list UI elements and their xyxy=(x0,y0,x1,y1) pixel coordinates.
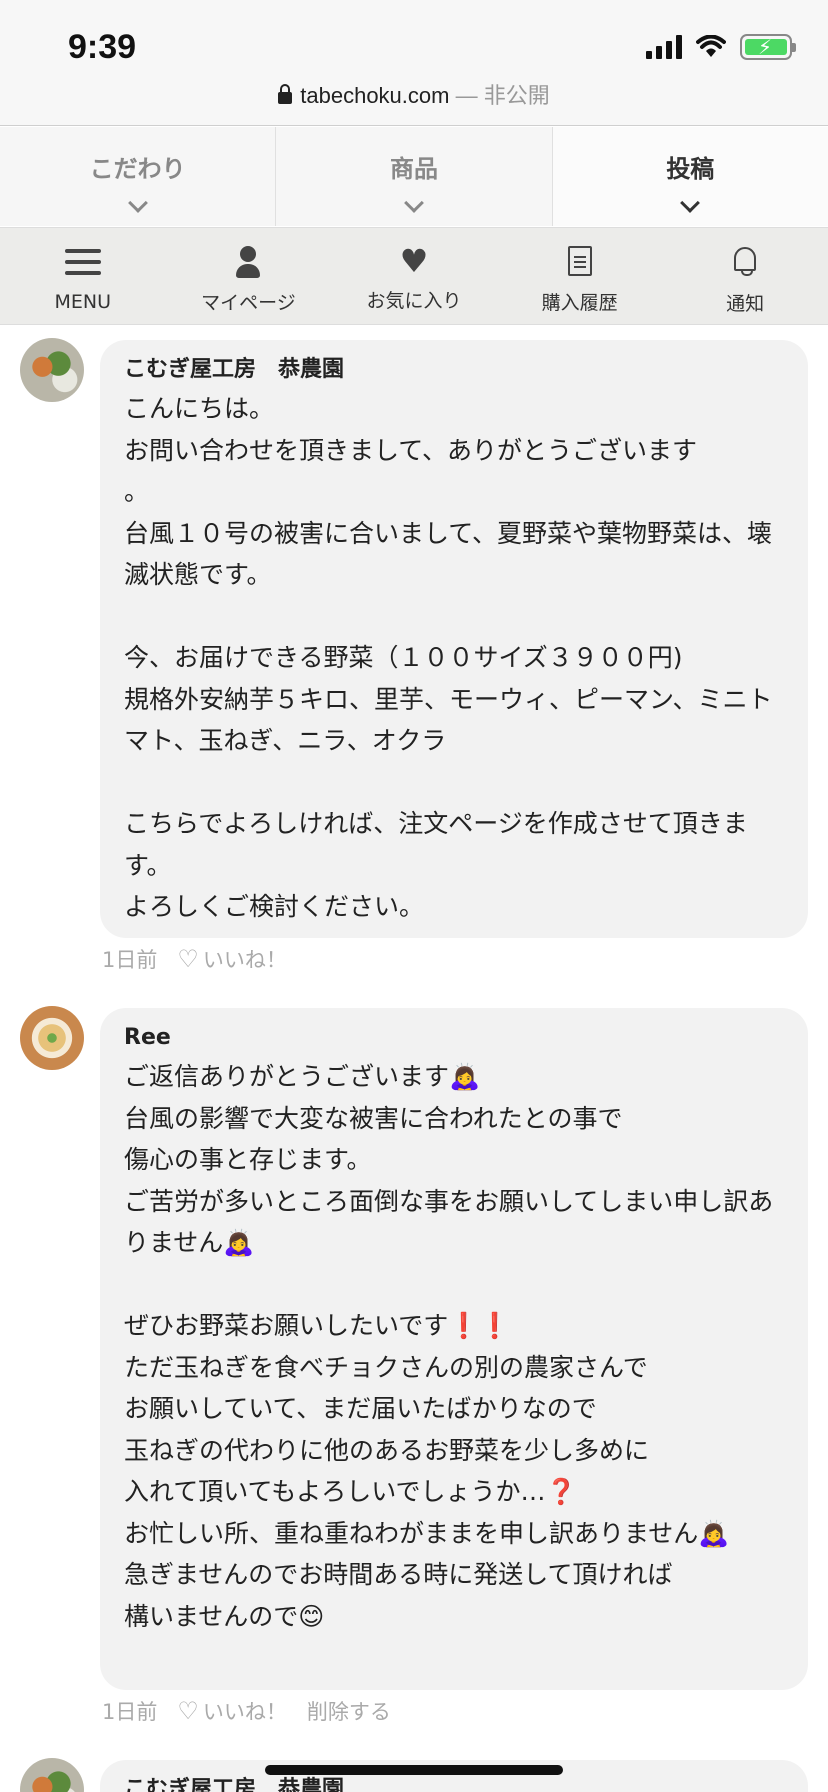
lock-icon xyxy=(278,84,293,104)
heart-icon: ♥ xyxy=(399,242,429,280)
nav-favorites[interactable]: ♥ お気に入り xyxy=(331,228,497,324)
message-time: 1日前 xyxy=(102,948,158,972)
person-icon xyxy=(228,246,268,280)
sender-name: Ree xyxy=(124,1025,171,1050)
bell-icon xyxy=(734,247,757,276)
menu-icon xyxy=(63,249,103,283)
battery-icon: ⚡ xyxy=(740,34,796,60)
nav-menu[interactable]: MENU xyxy=(0,228,166,324)
sender-name: こむぎ屋工房 恭農園 xyxy=(124,357,345,382)
document-icon xyxy=(567,246,592,276)
nav-label: お気に入り xyxy=(366,290,462,312)
tab-label: こだわり xyxy=(89,155,186,183)
chevron-down-icon xyxy=(680,193,701,213)
tab-posts[interactable]: 投稿 xyxy=(552,127,828,226)
status-bar: 9:39 ⚡ tabechoku.com — 非公開 xyxy=(0,0,828,126)
home-indicator[interactable] xyxy=(265,1765,563,1775)
tab-label: 商品 xyxy=(389,155,438,183)
message-text: こんにちは。 お問い合わせを頂きまして、ありがとうございます 。 台風１０号の被… xyxy=(124,394,773,921)
nav-label: 購入履歴 xyxy=(541,292,618,314)
nav-mypage[interactable]: マイページ xyxy=(166,228,332,324)
like-label: いいね！ xyxy=(202,1700,287,1724)
message-meta: 1日前 ♡ いいね！ xyxy=(102,944,287,974)
heart-outline-icon: ♡ xyxy=(177,945,199,973)
like-button[interactable]: ♡ いいね！ xyxy=(177,944,287,974)
nav-label: マイページ xyxy=(201,292,296,314)
tab-products[interactable]: 商品 xyxy=(276,127,553,226)
message-time: 1日前 xyxy=(102,1700,158,1724)
avatar[interactable] xyxy=(20,1758,84,1792)
message-bubble: こむぎ屋工房 恭農園 こんにちは。 お問い合わせを頂きまして、ありがとうございま… xyxy=(100,340,808,938)
like-button[interactable]: ♡ いいね！ xyxy=(177,1696,287,1726)
sender-name: こむぎ屋工房 恭農園 xyxy=(124,1777,345,1792)
url-private-label: — 非公開 xyxy=(455,83,550,108)
avatar[interactable] xyxy=(20,1006,84,1070)
message-meta: 1日前 ♡ いいね！ 削除する xyxy=(102,1696,391,1726)
delete-button[interactable]: 削除する xyxy=(307,1696,391,1726)
chevron-down-icon xyxy=(404,193,424,213)
message-text: ご返信ありがとうございます🙇‍♀️ 台風の影響で大変な被害に合われたとの事で 傷… xyxy=(124,1062,774,1631)
like-label: いいね！ xyxy=(202,948,287,972)
nav-notifications[interactable]: 通知 xyxy=(662,228,828,324)
section-tabs: こだわり 商品 投稿 xyxy=(0,127,828,226)
nav-purchase-history[interactable]: 購入履歴 xyxy=(497,228,663,324)
main-nav: MENU マイページ ♥ お気に入り 購入履歴 通知 xyxy=(0,227,828,325)
tab-label: 投稿 xyxy=(666,155,715,183)
address-bar[interactable]: tabechoku.com — 非公開 xyxy=(0,78,828,110)
signal-icon xyxy=(646,35,682,59)
message-bubble: Ree ご返信ありがとうございます🙇‍♀️ 台風の影響で大変な被害に合われたとの… xyxy=(100,1008,808,1690)
wifi-icon xyxy=(696,35,726,57)
nav-label: 通知 xyxy=(726,293,765,315)
clock: 9:39 xyxy=(68,28,137,66)
system-icons: ⚡ xyxy=(646,34,796,60)
url-domain: tabechoku.com xyxy=(300,83,450,108)
chevron-down-icon xyxy=(127,193,148,213)
heart-outline-icon: ♡ xyxy=(177,1697,199,1725)
nav-label: MENU xyxy=(54,291,112,313)
avatar[interactable] xyxy=(20,338,84,402)
tab-kodawari[interactable]: こだわり xyxy=(0,127,277,226)
